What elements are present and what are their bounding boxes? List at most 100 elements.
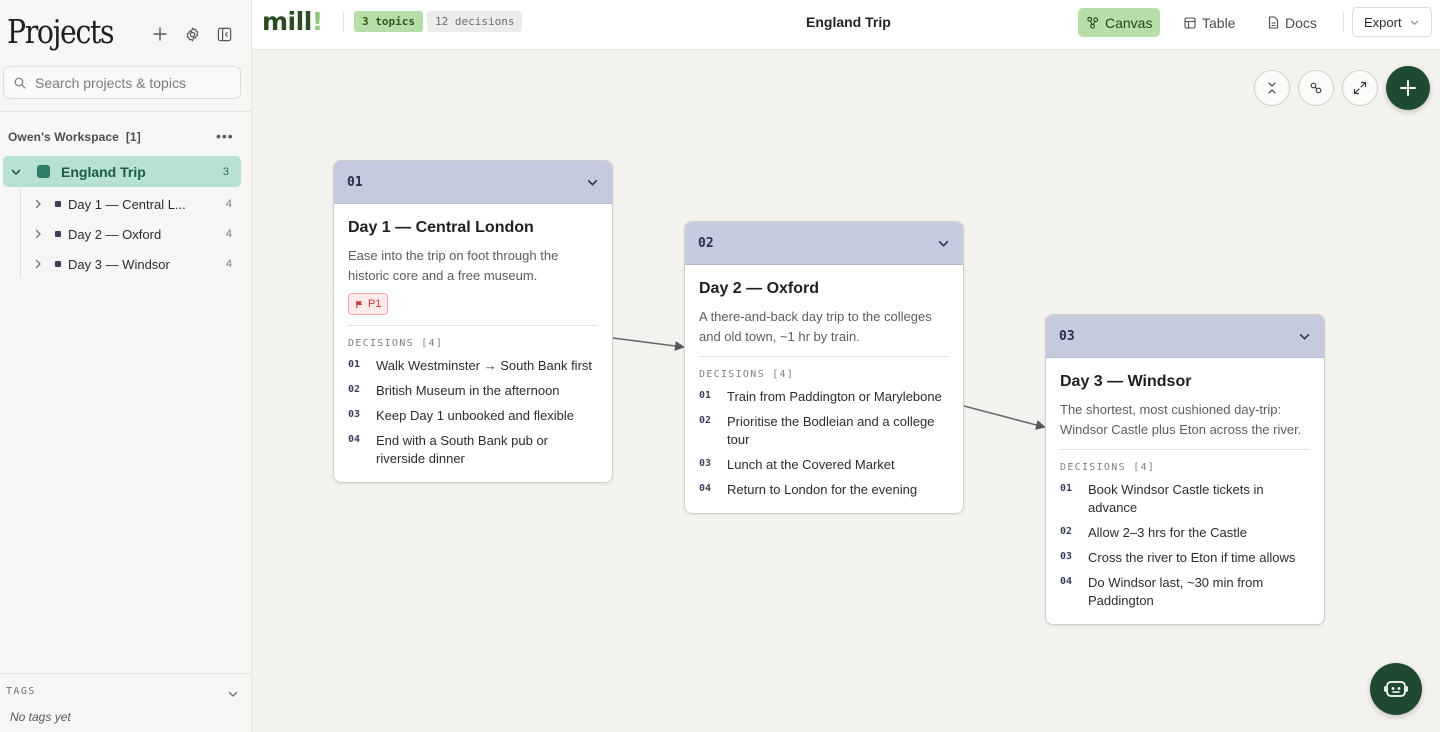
topic-card-day-1[interactable]: 01 Day 1 — Central London Ease into the … [333, 160, 613, 483]
sidebar-topic-day-2[interactable]: Day 2 — Oxford 4 [34, 220, 240, 248]
decisions-list: 01 Book Windsor Castle tickets in advance… [1060, 481, 1310, 610]
chevron-right-icon[interactable] [34, 259, 44, 269]
decision-item[interactable]: 01 Book Windsor Castle tickets in advance [1060, 481, 1310, 517]
decision-item[interactable]: 01 Train from Paddington or Marylebone [699, 388, 949, 406]
topics-count-badge: 3 topics [354, 11, 423, 32]
card-header: 03 [1046, 315, 1324, 358]
edge-day2-day3 [963, 405, 1046, 430]
tree-guide-line [20, 190, 21, 278]
decisions-heading: DECISIONS [4] [348, 338, 444, 349]
decision-text: Return to London for the evening [727, 482, 918, 497]
fit-view-button[interactable] [1342, 70, 1378, 106]
sidebar-title: Projects [7, 12, 115, 51]
tab-canvas[interactable]: Canvas [1078, 8, 1161, 37]
plus-icon [1400, 80, 1416, 96]
decision-item[interactable]: 02 Prioritise the Bodleian and a college … [699, 413, 949, 449]
decisions-count-badge: 12 decisions [427, 11, 523, 32]
plus-icon [153, 27, 167, 41]
decisions-heading: DECISIONS [4] [699, 369, 795, 380]
add-topic-button[interactable] [1386, 66, 1430, 110]
topic-name: Day 1 — Central L... [68, 196, 186, 212]
decision-number: 02 [348, 384, 361, 395]
decision-text: End with a South Bank pub or riverside d… [376, 433, 549, 466]
project-topic-count: 3 [222, 165, 229, 178]
divider [1060, 449, 1310, 450]
search-box[interactable] [3, 66, 241, 99]
export-dropdown[interactable]: Export [1352, 7, 1432, 37]
workspace-more-button[interactable]: ••• [216, 128, 234, 144]
sidebar-topic-day-1[interactable]: Day 1 — Central L... 4 [34, 190, 240, 218]
document-icon [1268, 16, 1279, 29]
divider [348, 325, 598, 326]
decision-number: 04 [348, 434, 361, 445]
no-tags-message: No tags yet [10, 710, 71, 724]
tab-table[interactable]: Table [1176, 8, 1243, 37]
card-collapse-toggle[interactable] [938, 238, 949, 249]
decision-item[interactable]: 04 Do Windsor last, ~30 min from Paddingt… [1060, 574, 1310, 610]
card-header: 01 [334, 161, 612, 204]
add-project-button[interactable] [150, 24, 170, 44]
decision-item[interactable]: 03 Lunch at the Covered Market [699, 456, 949, 474]
tab-docs[interactable]: Docs [1260, 8, 1325, 37]
decision-item[interactable]: 02 British Museum in the afternoon [348, 382, 598, 400]
decision-number: 02 [699, 415, 712, 426]
tags-toggle[interactable] [228, 686, 238, 704]
decision-number: 03 [348, 409, 361, 420]
decision-item[interactable]: 01 Walk Westminster → South Bank first [348, 357, 598, 375]
decision-number: 03 [1060, 551, 1073, 562]
decisions-list: 01 Train from Paddington or Marylebone 02… [699, 388, 949, 499]
decision-number: 04 [1060, 576, 1073, 587]
project-england-trip[interactable]: England Trip 3 [3, 156, 241, 187]
card-number: 02 [698, 235, 714, 251]
settings-button[interactable] [182, 24, 202, 44]
table-icon [1184, 16, 1196, 29]
topic-count: 4 [225, 228, 232, 240]
card-collapse-toggle[interactable] [1299, 331, 1310, 342]
chevron-down-icon [228, 691, 238, 697]
collapse-sidebar-button[interactable] [214, 24, 234, 44]
topic-dot [55, 201, 61, 207]
page-title: England Trip [806, 14, 891, 30]
decision-item[interactable]: 02 Allow 2–3 hrs for the Castle [1060, 524, 1310, 542]
divider [0, 673, 251, 674]
canvas-icon [1087, 16, 1099, 29]
sidebar-toggle-icon [217, 27, 231, 41]
decision-item[interactable]: 04 End with a South Bank pub or riverside… [348, 432, 598, 468]
chevron-right-icon[interactable] [34, 229, 44, 239]
card-number: 03 [1059, 328, 1075, 344]
decision-item[interactable]: 04 Return to London for the evening [699, 481, 949, 499]
topic-card-day-2[interactable]: 02 Day 2 — Oxford A there-and-back day t… [684, 221, 964, 514]
card-number: 01 [347, 174, 363, 190]
edge-day1-day2 [612, 337, 685, 351]
collapse-all-button[interactable] [1254, 70, 1290, 106]
sidebar-topic-day-3[interactable]: Day 3 — Windsor 4 [34, 250, 240, 278]
workspace-name: Owen's Workspace [8, 130, 119, 144]
assistant-button[interactable] [1370, 663, 1422, 715]
priority-label: P1 [368, 298, 382, 310]
card-collapse-toggle[interactable] [587, 177, 598, 188]
divider [699, 356, 949, 357]
sidebar: Projects Owen's Workspace [1] ••• Englan… [0, 0, 252, 732]
decision-text: Keep Day 1 unbooked and flexible [376, 408, 575, 423]
decision-number: 01 [1060, 483, 1073, 494]
chevron-down-icon[interactable] [11, 167, 23, 177]
chevron-down-icon [938, 240, 949, 246]
chevron-right-icon[interactable] [34, 199, 44, 209]
workspace-label: Owen's Workspace [1] [8, 130, 141, 144]
decision-item[interactable]: 03 Keep Day 1 unbooked and flexible [348, 407, 598, 425]
decision-item[interactable]: 03 Cross the river to Eton if time allows [1060, 549, 1310, 567]
divider [343, 12, 344, 32]
app-logo[interactable]: mill! [262, 7, 323, 36]
search-input[interactable] [35, 74, 225, 91]
tab-label: Docs [1285, 14, 1317, 31]
decision-text: Train from Paddington or Marylebone [727, 389, 942, 404]
flag-icon [356, 300, 363, 308]
link-icon [1310, 82, 1322, 94]
topic-card-day-3[interactable]: 03 Day 3 — Windsor The shortest, most cu… [1045, 314, 1325, 625]
divider [1343, 12, 1344, 32]
topic-count: 4 [225, 258, 232, 270]
project-color-swatch [37, 165, 50, 178]
collapse-icon [1268, 82, 1276, 94]
priority-badge[interactable]: P1 [348, 293, 389, 315]
auto-layout-button[interactable] [1298, 70, 1334, 106]
